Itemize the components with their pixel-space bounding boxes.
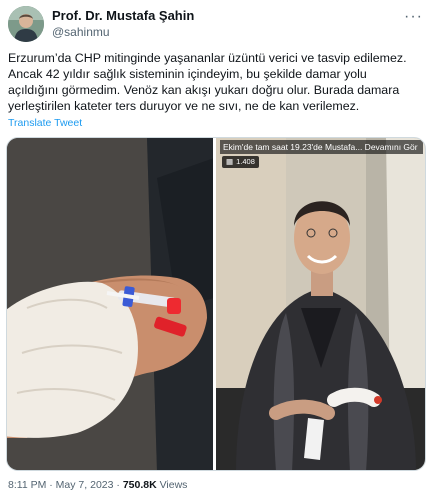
view-count-badge: ▦ 1.408 (222, 156, 259, 168)
tweet: Prof. Dr. Mustafa Şahin @sahinmu ··· Erz… (0, 0, 431, 500)
author-names: Prof. Dr. Mustafa Şahin @sahinmu (52, 8, 194, 40)
display-name[interactable]: Prof. Dr. Mustafa Şahin (52, 8, 194, 24)
views-count[interactable]: 750.8K (123, 479, 157, 491)
tweet-meta: 8:11 PM · May 7, 2023 · 750.8K Views (8, 479, 187, 491)
views-label: Views (156, 479, 188, 491)
video-caption-banner: Ekim'de tam saat 19.23'de Mustafa... Dev… (220, 140, 423, 154)
avatar[interactable] (8, 6, 44, 42)
meta-separator: · (113, 479, 123, 491)
translate-tweet-link[interactable]: Translate Tweet (8, 117, 82, 129)
video-thumbnail[interactable]: Ekim'de tam saat 19.23'de Mustafa... Dev… (216, 138, 425, 470)
tweet-header: Prof. Dr. Mustafa Şahin @sahinmu ··· (8, 6, 423, 42)
tweet-date[interactable]: May 7, 2023 (56, 479, 114, 491)
username-handle[interactable]: @sahinmu (52, 24, 194, 40)
more-options-icon[interactable]: ··· (404, 8, 423, 26)
view-count-value: 1.408 (236, 157, 255, 166)
meta-separator: · (46, 479, 56, 491)
tweet-text: Erzurum’da CHP mitinginde yaşananlar üzü… (8, 51, 407, 113)
photo-arm-catheter[interactable] (7, 138, 213, 470)
eye-icon: ▦ (226, 157, 234, 166)
tweet-time[interactable]: 8:11 PM (8, 479, 46, 491)
media-grid: Ekim'de tam saat 19.23'de Mustafa... Dev… (6, 137, 426, 471)
